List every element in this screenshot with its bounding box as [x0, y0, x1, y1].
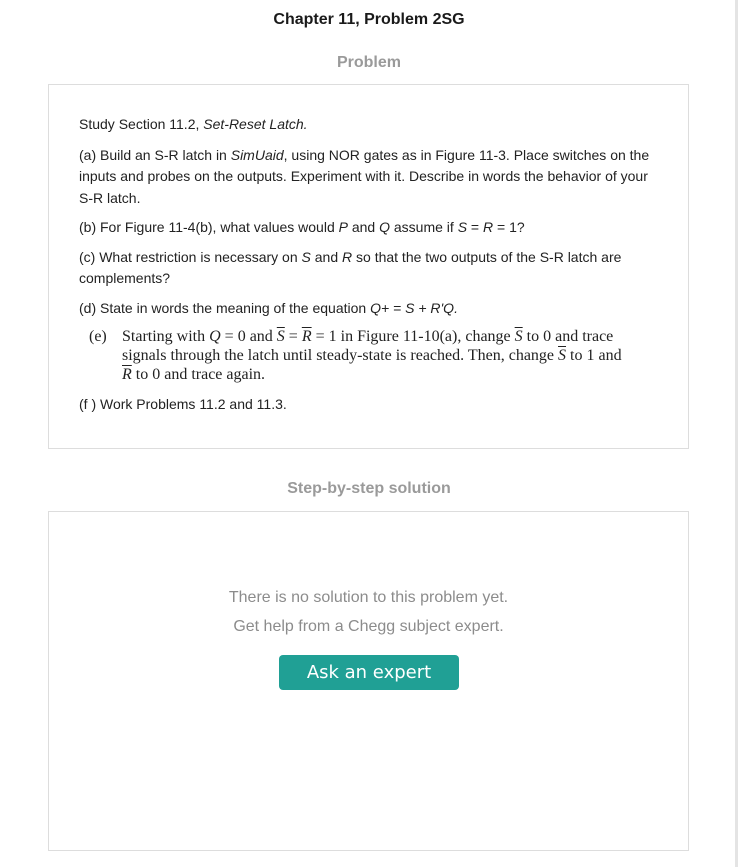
problem-part-b: (b) For Figure 11-4(b), what values woul… — [79, 217, 659, 239]
part-e-text: Starting with Q = 0 and S = R = 1 in Fig… — [122, 327, 622, 384]
part-c-text-2: and — [310, 248, 342, 265]
chapter-title: Chapter 11, Problem 2SG — [273, 11, 465, 28]
part-c-var-s: S — [301, 248, 311, 265]
part-e-t2: = 0 and — [220, 328, 277, 345]
problem-heading: Problem — [336, 54, 401, 71]
part-d-text: (d) State in words the meaning of the eq… — [79, 299, 371, 316]
part-b-text-1: (b) For Figure 11-4(b), what values woul… — [79, 219, 339, 235]
solution-heading: Step-by-step solution — [287, 480, 451, 497]
part-e-t6: to 1 and — [566, 347, 622, 364]
part-b-var-s: S — [457, 219, 468, 235]
part-a-text-1: (a) Build an S-R latch in — [79, 146, 231, 163]
intro-prefix: Study Section 11.2, — [79, 116, 204, 132]
part-b-text-4: = — [467, 219, 484, 235]
part-e-s-bar-3: S — [558, 347, 567, 364]
part-e-t7: to 0 and trace again. — [131, 366, 266, 383]
solution-panel: There is no solution to this problem yet… — [48, 511, 689, 851]
part-e-r-bar: R — [301, 328, 312, 345]
expert-help-message: Get help from a Chegg subject expert. — [233, 618, 504, 635]
part-b-var-p: P — [338, 219, 348, 235]
part-e-label: (e) — [89, 328, 107, 345]
part-e-r-bar-2: R — [122, 366, 132, 383]
part-e-t4: = 1 in Figure 11-10(a), change — [311, 328, 515, 345]
part-e-s-bar-2: S — [514, 328, 523, 345]
part-a-tool: SimUaid — [230, 146, 284, 163]
part-b-text-3: assume if — [390, 219, 458, 235]
problem-part-c: (c) What restriction is necessary on S a… — [79, 247, 659, 290]
problem-part-d: (d) State in words the meaning of the eq… — [79, 298, 659, 320]
no-solution-message: There is no solution to this problem yet… — [228, 589, 509, 606]
part-c-text-1: (c) What restriction is necessary on — [79, 248, 302, 265]
part-b-var-r: R — [483, 219, 494, 235]
ask-expert-button[interactable]: Ask an expert — [279, 655, 459, 690]
part-b-var-q: Q — [379, 219, 390, 235]
part-e-t1: Starting with — [122, 328, 210, 345]
problem-statement: Study Section 11.2, Set-Reset Latch. (a)… — [79, 114, 659, 424]
problem-intro: Study Section 11.2, Set-Reset Latch. — [79, 114, 659, 136]
part-b-text-2: and — [347, 219, 380, 235]
problem-part-f: (f ) Work Problems 11.2 and 11.3. — [79, 396, 287, 412]
problem-panel: Study Section 11.2, Set-Reset Latch. (a)… — [48, 84, 689, 449]
part-b-text-5: = 1? — [493, 219, 525, 235]
problem-part-a: (a) Build an S-R latch in SimUaid, using… — [79, 145, 659, 210]
part-e-var-q: Q — [209, 328, 221, 345]
problem-part-e: (e) Starting with Q = 0 and S = R = 1 in… — [89, 327, 659, 384]
part-d-equation: Q+ = S + R'Q. — [370, 299, 458, 316]
part-e-t3: = — [284, 328, 302, 345]
intro-topic: Set-Reset Latch. — [203, 116, 308, 132]
part-e-s-bar: S — [276, 328, 285, 345]
part-c-var-r: R — [342, 248, 353, 265]
